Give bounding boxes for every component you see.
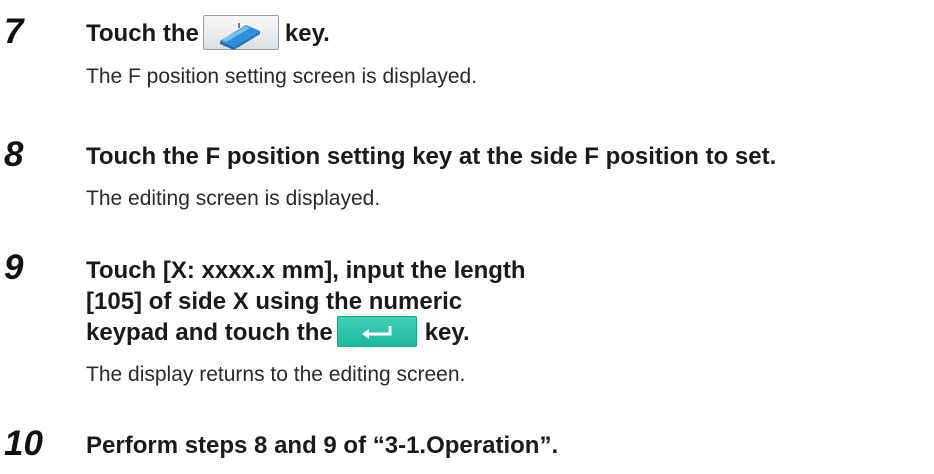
instruction-text: key. bbox=[284, 20, 330, 47]
step-instruction-line: Touch [X: xxxx.x mm], input the length bbox=[86, 257, 526, 284]
step-instruction: Touch the F position setting key at the … bbox=[86, 143, 777, 170]
step-number: 10 bbox=[4, 424, 43, 463]
instruction-text: Touch the bbox=[86, 20, 199, 47]
step-result: The F position setting screen is display… bbox=[86, 65, 478, 88]
instruction-text: keypad and touch the bbox=[86, 319, 333, 346]
instruction-text: key. bbox=[424, 319, 470, 346]
f-position-key-icon bbox=[202, 15, 279, 51]
step-instruction: Perform steps 8 and 9 of “3-1.Operation”… bbox=[86, 432, 559, 459]
step-instruction-line: [105] of side X using the numeric bbox=[86, 288, 463, 315]
step-number: 8 bbox=[4, 135, 24, 174]
step-instruction: Touch the key. bbox=[86, 15, 330, 51]
step-number: 7 bbox=[4, 12, 24, 51]
step-number: 9 bbox=[4, 248, 24, 287]
step-result: The display returns to the editing scree… bbox=[86, 363, 466, 386]
step-instruction: keypad and touch the key. bbox=[86, 316, 470, 348]
enter-key-icon bbox=[336, 316, 417, 348]
step-result: The editing screen is displayed. bbox=[86, 187, 381, 210]
